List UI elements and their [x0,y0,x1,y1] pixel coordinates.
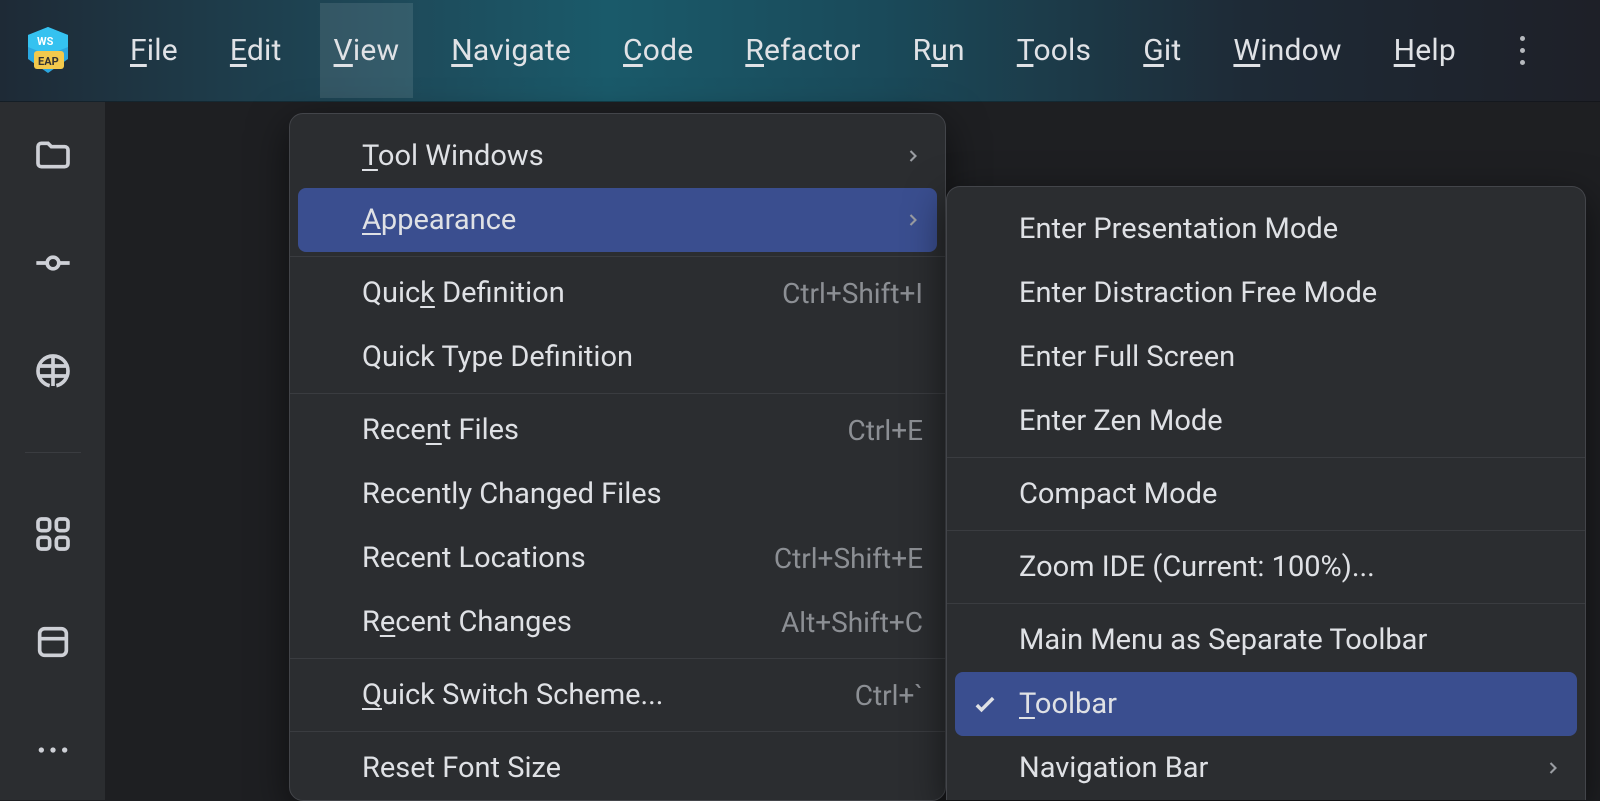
svg-text:EAP: EAP [38,55,59,68]
kebab-icon[interactable] [1512,28,1533,73]
appearance-item-enter-presentation-mode[interactable]: Enter Presentation Mode [947,197,1585,261]
menu-refactor[interactable]: Refactor [731,3,874,98]
menu-label: Quick Switch Scheme... [362,678,663,712]
view-item-recently-changed-files[interactable]: Recently Changed Files [290,462,945,526]
view-item-tool-windows[interactable]: Tool Windows [290,124,945,188]
left-toolbar [0,102,106,800]
shortcut-label: Ctrl+Shift+I [782,277,923,310]
menu-label: Enter Distraction Free Mode [1019,276,1377,310]
view-item-recent-locations[interactable]: Recent Locations Ctrl+Shift+E [290,526,945,590]
menu-view[interactable]: View [320,3,414,98]
menu-label: Quick Definition [362,276,565,310]
appearance-item-enter-full-screen[interactable]: Enter Full Screen [947,325,1585,389]
shortcut-label: Ctrl+` [855,679,923,712]
menu-label: Tool Windows [362,139,544,173]
project-icon[interactable] [24,126,82,184]
menu-navigate[interactable]: Navigate [437,3,585,98]
menu-separator [290,393,945,394]
svg-text:WS: WS [37,35,54,48]
chevron-right-icon [1543,758,1563,778]
menu-edit[interactable]: Edit [216,3,296,98]
menu-label: Navigation Bar [1019,751,1208,785]
menu-run[interactable]: Run [899,3,979,98]
appearance-item-navigation-bar[interactable]: Navigation Bar [947,736,1585,800]
view-item-quick-switch-scheme[interactable]: Quick Switch Scheme... Ctrl+` [290,663,945,727]
menu-label: Quick Type Definition [362,340,633,374]
view-item-quick-definition[interactable]: Quick Definition Ctrl+Shift+I [290,261,945,325]
menu-label: Recent Locations [362,541,586,575]
view-item-reset-font-size[interactable]: Reset Font Size [290,736,945,800]
appearance-item-main-menu-as-separate-toolbar[interactable]: Main Menu as Separate Toolbar [947,608,1585,672]
menu-label: Enter Presentation Mode [1019,212,1338,246]
menu-tools[interactable]: Tools [1003,3,1105,98]
check-icon [971,690,999,718]
menu-separator [947,530,1585,531]
menu-separator [947,457,1585,458]
appearance-item-toolbar[interactable]: Toolbar [955,672,1577,736]
menu-window[interactable]: Window [1219,3,1355,98]
commit-icon[interactable] [24,234,82,292]
menu-code[interactable]: Code [609,3,707,98]
menu-label: Toolbar [1019,687,1117,721]
shortcut-label: Ctrl+E [848,414,923,447]
sidebar-separator [25,452,81,453]
menu-label: Appearance [362,203,516,237]
menu-label: Enter Zen Mode [1019,404,1223,438]
menu-label: Main Menu as Separate Toolbar [1019,623,1427,657]
structure-icon[interactable] [24,505,82,563]
view-item-recent-files[interactable]: Recent Files Ctrl+E [290,398,945,462]
app-logo-icon: WS EAP [22,25,74,77]
menu-label: Zoom IDE (Current: 100%)... [1019,550,1375,584]
menu-label: Enter Full Screen [1019,340,1235,374]
chevron-right-icon [903,146,923,166]
bookmarks-icon[interactable] [24,613,82,671]
appearance-submenu-dropdown: Enter Presentation Mode Enter Distraction… [946,186,1586,800]
appearance-item-zoom-ide-current-100[interactable]: Zoom IDE (Current: 100%)... [947,535,1585,599]
menu-separator [947,603,1585,604]
appearance-item-enter-zen-mode[interactable]: Enter Zen Mode [947,389,1585,453]
menu-label: Recently Changed Files [362,477,662,511]
appearance-item-compact-mode[interactable]: Compact Mode [947,462,1585,526]
menu-file[interactable]: File [116,3,192,98]
services-icon[interactable] [24,342,82,400]
menu-separator [290,256,945,257]
view-item-recent-changes[interactable]: Recent Changes Alt+Shift+C [290,590,945,654]
appearance-item-enter-distraction-free-mode[interactable]: Enter Distraction Free Mode [947,261,1585,325]
more-icon[interactable] [24,721,82,779]
menu-label: Compact Mode [1019,477,1217,511]
shortcut-label: Ctrl+Shift+E [774,542,923,575]
view-item-appearance[interactable]: Appearance [298,188,937,252]
menu-git[interactable]: Git [1129,3,1195,98]
chevron-right-icon [903,210,923,230]
view-item-quick-type-definition[interactable]: Quick Type Definition [290,325,945,389]
menu-separator [290,731,945,732]
menu-label: Reset Font Size [362,751,561,785]
menu-label: Recent Files [362,413,519,447]
main-menubar: WS EAP File Edit View Navigate Code Refa… [0,0,1600,102]
shortcut-label: Alt+Shift+C [781,606,923,639]
menu-separator [290,658,945,659]
view-menu-dropdown: Tool Windows Appearance Quick Definition Ct… [289,113,946,801]
menu-help[interactable]: Help [1380,3,1470,98]
menu-label: Recent Changes [362,605,572,639]
